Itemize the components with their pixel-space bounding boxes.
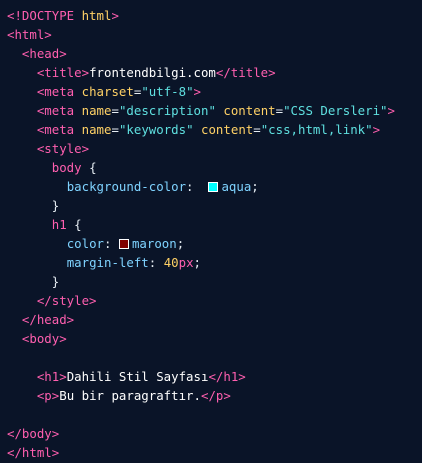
token: <p> <box>36 388 60 403</box>
token: <title> <box>36 65 90 80</box>
token: : <box>148 255 157 270</box>
token: <style> <box>36 141 90 156</box>
token: "css,html,link" <box>260 122 373 137</box>
color-swatch-aqua[interactable] <box>208 182 219 192</box>
token: maroon <box>131 236 177 251</box>
token: ; <box>176 236 185 251</box>
code-line-5: <meta charset="utf-8"> <box>36 84 201 99</box>
token: </style> <box>36 293 97 308</box>
token: : <box>104 236 112 251</box>
token: ; <box>193 255 201 270</box>
token: <head> <box>21 46 67 61</box>
code-line-21: <p>Bu bir paragraftır.</p> <box>0 386 422 405</box>
token: <!DOCTYPE <box>7 8 75 23</box>
token: html <box>74 8 112 23</box>
code-line-10: background-color: aqua; <box>0 177 422 196</box>
code-line-8: <style> <box>0 139 422 158</box>
token: 40 <box>163 255 179 270</box>
token: color <box>66 236 104 251</box>
token: > <box>387 103 395 118</box>
code-line-7: <meta name="keywords" content="css,html,… <box>36 122 381 137</box>
code-line-6: <meta name="description" content="CSS De… <box>36 103 395 118</box>
token: > <box>372 122 381 137</box>
token: content <box>201 122 254 137</box>
code-line-1: <!DOCTYPE html> <box>0 6 422 25</box>
token: <meta <box>36 122 75 137</box>
code-line-24: </html> <box>0 443 422 462</box>
token: name <box>81 122 112 137</box>
token: <h1> <box>36 369 67 384</box>
token: </html> <box>7 445 60 460</box>
token: </title> <box>215 65 276 80</box>
code-line-13: color: maroon; <box>0 234 422 253</box>
token: ; <box>251 179 259 194</box>
code-line-17: </head> <box>0 310 422 329</box>
token: h1 <box>51 217 67 232</box>
code-line-16: </style> <box>0 291 422 310</box>
token: { <box>74 217 82 232</box>
token: <body> <box>21 331 67 346</box>
token: aqua <box>221 179 252 194</box>
code-line-14: margin-left: 40px; <box>0 253 422 272</box>
token: px <box>178 255 194 270</box>
code-line-23: </body> <box>0 424 422 443</box>
code-line-15: } <box>0 272 422 291</box>
token: margin-left <box>66 255 149 270</box>
code-editor[interactable]: <!DOCTYPE html> <html> <head> <title>fro… <box>0 0 422 463</box>
code-line-11: } <box>0 196 422 215</box>
token: Dahili Stil Sayfası <box>66 369 209 384</box>
code-line-2: <html> <box>0 25 422 44</box>
token: { <box>89 160 97 175</box>
color-swatch-maroon[interactable] <box>118 239 129 249</box>
token: <meta <box>36 84 75 99</box>
code-line-3: <head> <box>0 44 422 63</box>
token: "utf-8" <box>141 84 194 99</box>
token: > <box>111 8 119 23</box>
token: Bu bir paragraftır. <box>59 388 201 403</box>
token: background-color <box>66 179 187 194</box>
token: </head> <box>21 312 75 327</box>
token: : <box>186 179 194 194</box>
token: "keywords" <box>118 122 194 137</box>
token: charset <box>81 84 134 99</box>
token: <html> <box>7 27 52 42</box>
token: "description" <box>118 103 216 118</box>
code-line-20: <h1>Dahili Stil Sayfası</h1> <box>0 367 422 386</box>
token: > <box>193 84 201 99</box>
token: </h1> <box>208 369 246 384</box>
token: } <box>51 274 60 289</box>
token: body <box>51 160 82 175</box>
code-line-18: <body> <box>0 329 422 348</box>
token: } <box>51 198 60 213</box>
token: </p> <box>200 388 231 403</box>
token: content <box>223 103 276 118</box>
token: </body> <box>7 426 60 441</box>
code-line-12: h1 { <box>0 215 422 234</box>
token: name <box>81 103 112 118</box>
code-line-9: body { <box>0 158 422 177</box>
token: frontendbilgi.com <box>89 65 216 80</box>
token: "CSS Dersleri" <box>283 103 388 118</box>
code-line-4: <title>frontendbilgi.com</title> <box>0 63 422 82</box>
token: <meta <box>36 103 75 118</box>
